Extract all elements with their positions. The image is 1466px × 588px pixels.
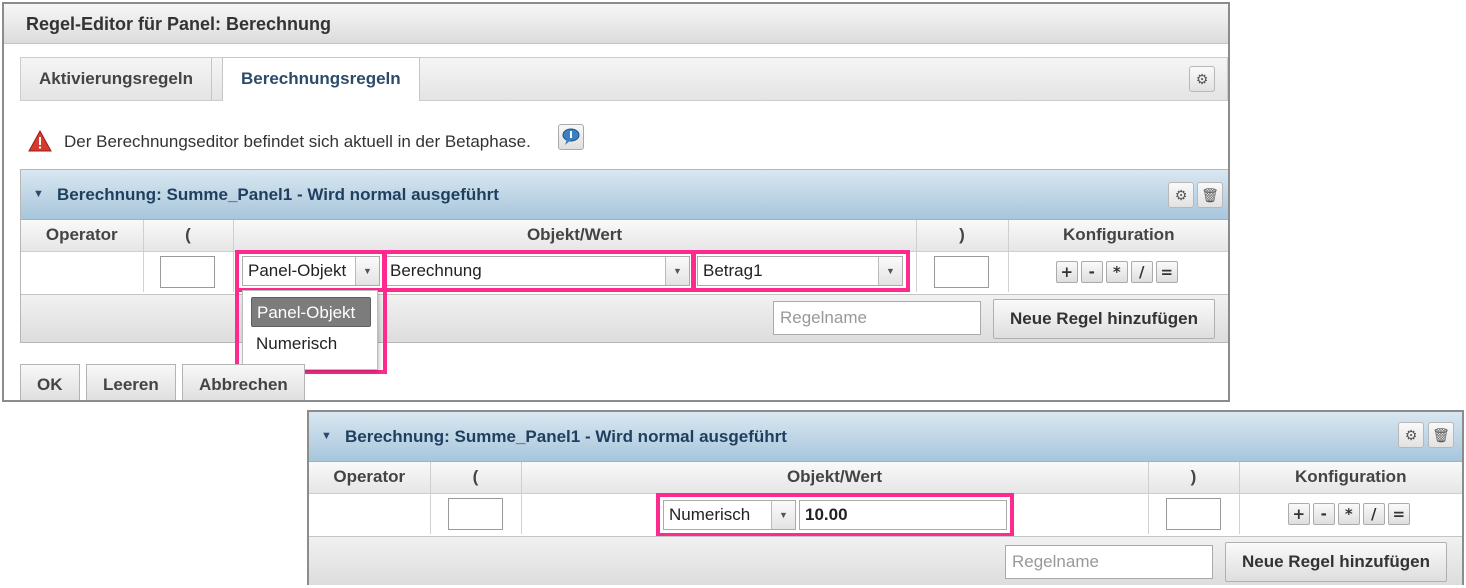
open-paren-input[interactable]: [447, 497, 503, 530]
configuration-cell: + - * / =: [1008, 251, 1228, 292]
column-header-object-value: Objekt/Wert: [521, 462, 1149, 494]
open-paren-cell: [430, 493, 522, 534]
cancel-button[interactable]: Abbrechen: [182, 364, 305, 400]
column-header-close-paren: ): [1148, 462, 1240, 494]
close-paren-cell: [1148, 493, 1240, 534]
gear-icon[interactable]: ⚙: [1398, 422, 1424, 448]
dropdown-option-panel-objekt[interactable]: Panel-Objekt: [251, 297, 371, 327]
collapse-chevron-icon[interactable]: ▼: [321, 430, 332, 442]
numeric-value-input[interactable]: 10.00: [799, 500, 1007, 530]
plus-button[interactable]: +: [1055, 260, 1078, 283]
rule-name-input[interactable]: Regelname: [1005, 545, 1213, 579]
chevron-down-icon: ▼: [355, 257, 379, 285]
operator-buttons: + - * / =: [1287, 502, 1414, 525]
gear-icon[interactable]: ⚙: [1189, 66, 1215, 92]
trash-icon[interactable]: 🗑: [1428, 422, 1454, 448]
dropdown-option-numerisch[interactable]: Numerisch: [251, 329, 371, 359]
warning-text: Der Berechnungseditor befindet sich aktu…: [64, 132, 531, 151]
close-paren-cell: [916, 251, 1009, 292]
dialog-title: Regel-Editor für Panel: Berechnung: [26, 14, 332, 34]
rule-footer: Regelname Neue Regel hinzufügen: [309, 536, 1462, 585]
value-type-select[interactable]: Panel-Objekt ▼: [242, 256, 380, 286]
open-paren-cell: [143, 251, 234, 292]
minus-button[interactable]: -: [1312, 502, 1335, 525]
rule-header[interactable]: ▼ Berechnung: Summe_Panel1 - Wird normal…: [309, 412, 1462, 462]
collapse-chevron-icon[interactable]: ▼: [33, 188, 44, 200]
add-rule-button[interactable]: Neue Regel hinzufügen: [993, 299, 1215, 339]
column-header-operator: Operator: [309, 462, 431, 494]
operator-cell: [21, 251, 144, 292]
field-select[interactable]: Betrag1 ▼: [697, 256, 903, 286]
chevron-down-icon: ▼: [665, 257, 689, 285]
tab-berechnungsregeln[interactable]: Berechnungsregeln: [222, 57, 420, 101]
speech-bubble-icon[interactable]: [558, 124, 584, 150]
divide-button[interactable]: /: [1130, 260, 1153, 283]
clear-button[interactable]: Leeren: [86, 364, 176, 400]
panel-select-value: Berechnung: [390, 261, 482, 280]
chevron-down-icon: ▼: [878, 257, 902, 285]
column-header-configuration: Konfiguration: [1008, 220, 1228, 252]
equals-button[interactable]: =: [1155, 260, 1178, 283]
panel-select[interactable]: Berechnung ▼: [384, 256, 690, 286]
configuration-cell: + - * / =: [1239, 493, 1462, 534]
tab-bar: Aktivierungsregeln Berechnungsregeln ⚙: [20, 57, 1228, 101]
column-header-open-paren: (: [430, 462, 522, 494]
open-paren-input[interactable]: [160, 255, 215, 288]
rule-name-input[interactable]: Regelname: [773, 301, 981, 335]
plus-button[interactable]: +: [1287, 502, 1310, 525]
minus-button[interactable]: -: [1080, 260, 1103, 283]
tab-aktivierungsregeln[interactable]: Aktivierungsregeln: [21, 58, 212, 100]
value-type-select[interactable]: Numerisch ▼: [663, 500, 796, 530]
rule-editor-dialog: Regel-Editor für Panel: Berechnung Aktiv…: [2, 2, 1230, 402]
divide-button[interactable]: /: [1362, 502, 1385, 525]
warning-triangle-icon: [28, 130, 52, 152]
gear-icon[interactable]: ⚙: [1168, 182, 1194, 208]
field-select-value: Betrag1: [703, 261, 763, 280]
column-header-close-paren: ): [916, 220, 1009, 252]
column-header-operator: Operator: [21, 220, 144, 252]
multiply-button[interactable]: *: [1337, 502, 1360, 525]
rule-title: Berechnung: Summe_Panel1 - Wird normal a…: [57, 185, 499, 204]
operator-cell: [309, 493, 431, 534]
value-type-dropdown: Panel-Objekt Numerisch: [242, 290, 378, 370]
close-paren-input[interactable]: [934, 255, 989, 288]
multiply-button[interactable]: *: [1105, 260, 1128, 283]
close-paren-input[interactable]: [1165, 497, 1221, 530]
column-header-configuration: Konfiguration: [1239, 462, 1462, 494]
table-header-row: Operator ( Objekt/Wert ) Konfiguration: [309, 462, 1462, 494]
value-type-select-value: Panel-Objekt: [248, 261, 347, 280]
add-rule-button[interactable]: Neue Regel hinzufügen: [1225, 542, 1447, 582]
rule-footer: Regelname Neue Regel hinzufügen: [21, 294, 1228, 342]
trash-icon[interactable]: 🗑: [1197, 182, 1223, 208]
equals-button[interactable]: =: [1387, 502, 1410, 525]
table-header-row: Operator ( Objekt/Wert ) Konfiguration: [21, 220, 1228, 252]
chevron-down-icon: ▼: [771, 501, 795, 529]
dialog-titlebar: Regel-Editor für Panel: Berechnung: [4, 4, 1228, 44]
rule-header[interactable]: ▼ Berechnung: Summe_Panel1 - Wird normal…: [21, 170, 1228, 220]
value-type-select-value: Numerisch: [669, 505, 751, 524]
operator-buttons: + - * / =: [1055, 260, 1182, 283]
column-header-open-paren: (: [143, 220, 234, 252]
column-header-object-value: Objekt/Wert: [233, 220, 917, 252]
ok-button[interactable]: OK: [20, 364, 80, 400]
rule-panel: ▼ Berechnung: Summe_Panel1 - Wird normal…: [307, 410, 1464, 585]
rule-title: Berechnung: Summe_Panel1 - Wird normal a…: [345, 427, 787, 446]
